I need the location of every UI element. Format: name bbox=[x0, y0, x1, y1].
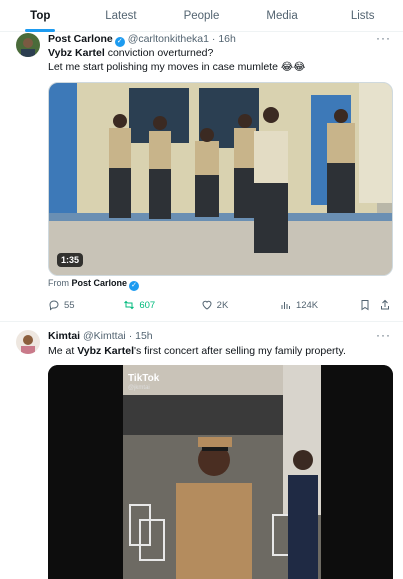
retweet-count: 607 bbox=[139, 299, 156, 311]
timestamp[interactable]: 15h bbox=[135, 330, 153, 342]
views-button[interactable]: 124K bbox=[280, 299, 359, 311]
video-duration: 1:35 bbox=[57, 253, 84, 267]
bookmark-icon bbox=[361, 300, 369, 311]
video-player[interactable]: TikTok @jkmtai bbox=[48, 365, 393, 579]
tiktok-watermark: TikTok bbox=[128, 373, 160, 384]
tweet-divider bbox=[0, 321, 403, 322]
tweet-text-line1: conviction overturned? bbox=[104, 47, 214, 59]
source-attribution: From Post Carlone ✓ bbox=[48, 278, 140, 291]
views-count: 124K bbox=[295, 299, 319, 311]
author-name[interactable]: Kimtai bbox=[48, 330, 80, 342]
video-thumbnail bbox=[48, 365, 393, 579]
avatar[interactable] bbox=[16, 33, 40, 57]
reply-button[interactable]: 55 bbox=[48, 299, 123, 311]
tweet-actions: 55 607 2K 124K bbox=[48, 297, 393, 313]
author-name[interactable]: Post Carlone bbox=[48, 33, 113, 45]
separator: · bbox=[211, 33, 216, 45]
like-count: 2K bbox=[216, 299, 229, 311]
video-player[interactable]: 1:35 bbox=[48, 82, 393, 276]
tweet-text-before: Me at bbox=[48, 345, 78, 357]
share-button[interactable] bbox=[379, 299, 393, 311]
tweet-text: Me at Vybz Kartel's first concert after … bbox=[48, 344, 391, 358]
tab-latest-label: Latest bbox=[105, 9, 137, 22]
tab-people[interactable]: People bbox=[161, 0, 242, 31]
highlight-term: Vybz Kartel bbox=[48, 47, 105, 59]
heart-icon bbox=[202, 300, 212, 310]
more-options-icon[interactable]: ··· bbox=[376, 31, 391, 45]
share-icon bbox=[381, 299, 390, 310]
tab-latest[interactable]: Latest bbox=[81, 0, 162, 31]
reply-count: 55 bbox=[64, 299, 75, 311]
timestamp[interactable]: 16h bbox=[218, 33, 236, 45]
highlight-term: Vybz Kartel bbox=[77, 345, 134, 357]
tab-people-label: People bbox=[183, 9, 220, 22]
author-handle[interactable]: @carltonkitheka1 bbox=[128, 33, 209, 45]
from-author-link[interactable]: Post Carlone bbox=[72, 278, 128, 288]
verified-badge-icon: ✓ bbox=[129, 281, 140, 291]
search-tabs: Top Latest People Media Lists bbox=[0, 0, 403, 32]
views-chart-icon bbox=[281, 302, 290, 309]
tab-top-label: Top bbox=[30, 9, 51, 22]
tab-lists-label: Lists bbox=[350, 9, 375, 22]
tab-media[interactable]: Media bbox=[242, 0, 323, 31]
retweet-button[interactable]: 607 bbox=[123, 299, 200, 311]
tweet-header: Post Carlone ✓ @carltonkitheka1 · 16h bbox=[48, 33, 375, 47]
tweet-text-after: 's first concert after selling my family… bbox=[133, 345, 346, 357]
tab-lists[interactable]: Lists bbox=[322, 0, 403, 31]
bookmark-button[interactable] bbox=[359, 299, 375, 311]
more-options-icon[interactable]: ··· bbox=[376, 328, 391, 342]
tweet-text: Vybz Kartel conviction overturned? Let m… bbox=[48, 46, 391, 74]
tweet-header: Kimtai @Kimttai · 15h bbox=[48, 330, 375, 342]
tiktok-watermark-handle: @jkmtai bbox=[128, 385, 150, 391]
like-button[interactable]: 2K bbox=[201, 299, 280, 311]
reply-icon bbox=[49, 300, 59, 311]
author-handle[interactable]: @Kimttai bbox=[83, 330, 126, 342]
separator: · bbox=[128, 330, 133, 342]
from-label: From bbox=[48, 278, 69, 288]
tab-media-label: Media bbox=[266, 9, 298, 22]
active-tab-indicator bbox=[25, 29, 56, 32]
video-thumbnail bbox=[49, 83, 392, 275]
tweet-text-line2: Let me start polishing my moves in case … bbox=[48, 61, 306, 73]
retweet-icon bbox=[124, 300, 135, 310]
avatar[interactable] bbox=[16, 330, 40, 354]
tab-top[interactable]: Top bbox=[0, 0, 81, 32]
